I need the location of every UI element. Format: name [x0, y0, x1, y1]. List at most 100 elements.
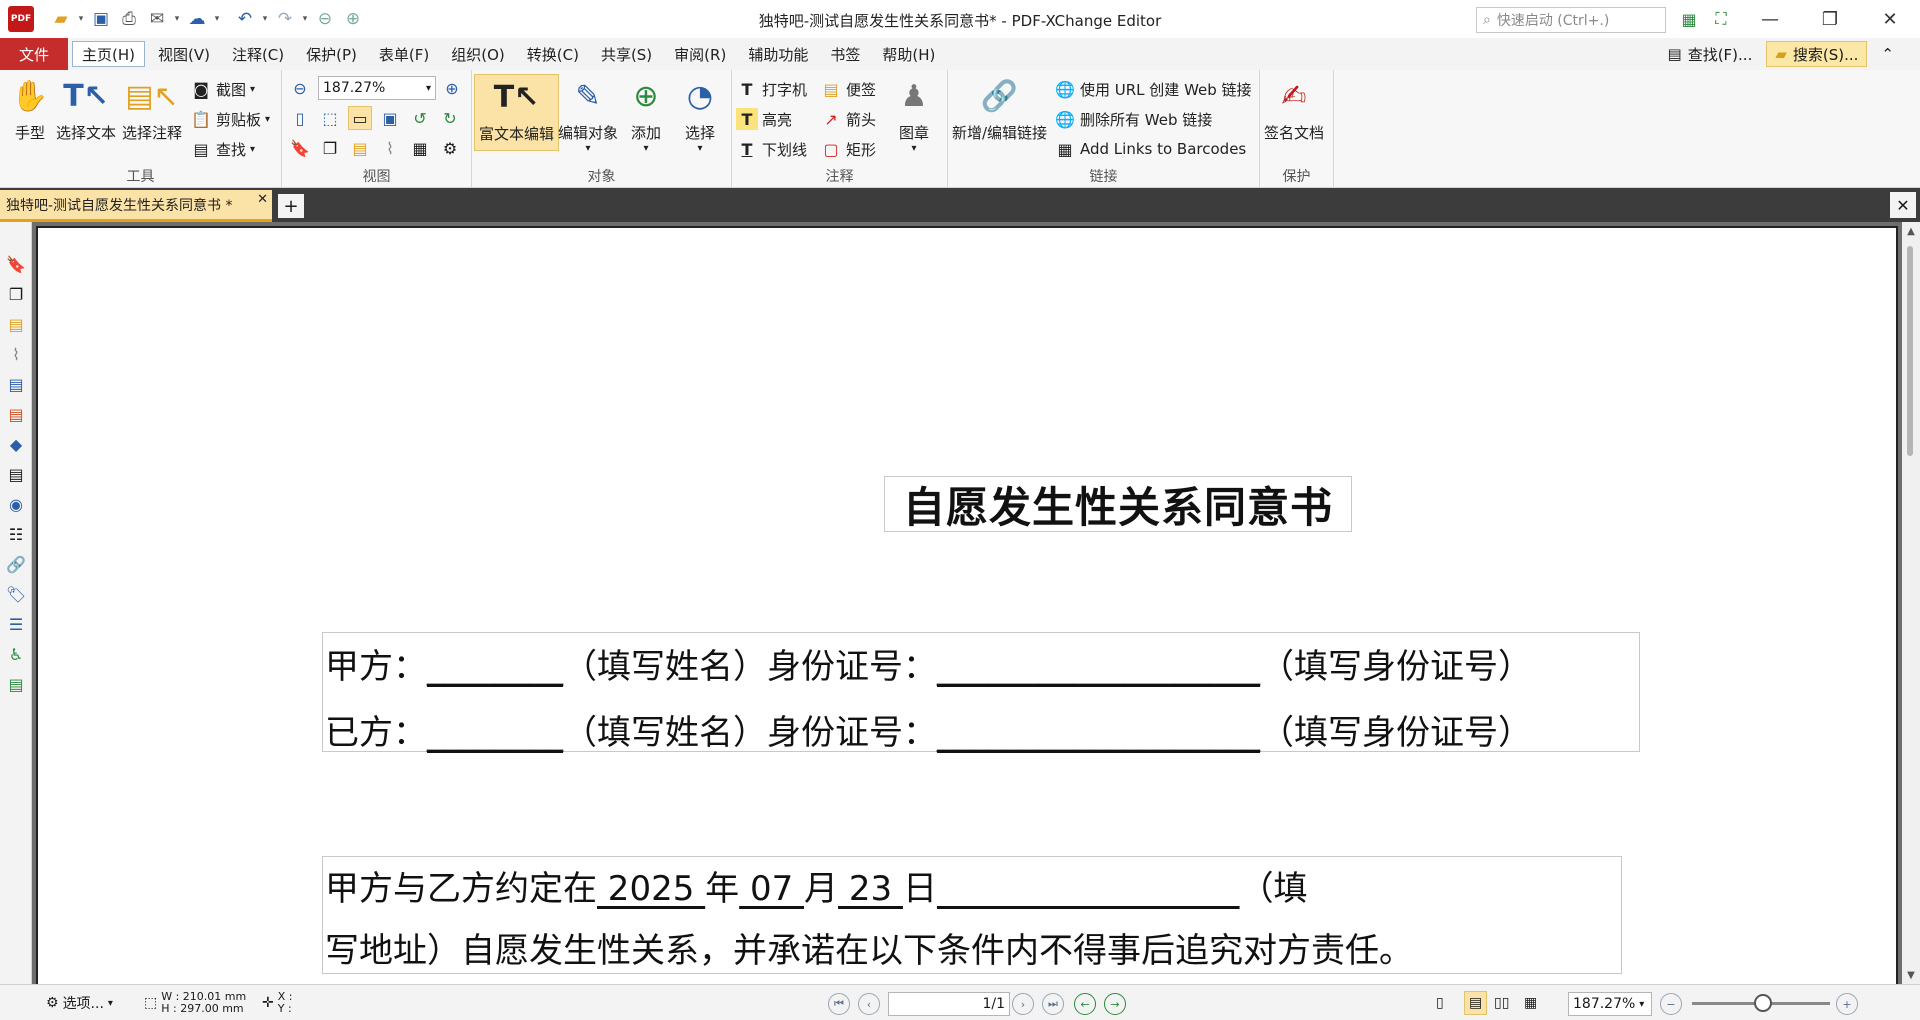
zoom-out-icon[interactable]: ⊖	[288, 76, 312, 100]
scroll-down-icon[interactable]: ▼	[1902, 966, 1920, 984]
status-zoom-in-icon[interactable]: +	[1836, 993, 1858, 1015]
document-title[interactable]: 自愿发生性关系同意书	[884, 476, 1352, 532]
actual-size-icon[interactable]: ▯	[288, 106, 312, 130]
search-button[interactable]: ▰ 搜索(S)...	[1766, 41, 1868, 67]
scrollbar-thumb[interactable]	[1907, 246, 1913, 456]
print-icon[interactable]: ⎙	[116, 6, 142, 32]
email-dropdown-icon[interactable]: ▾	[172, 14, 182, 24]
back-view-icon[interactable]: ←	[1074, 993, 1096, 1015]
menu-view[interactable]: 视图(V)	[149, 41, 219, 67]
menu-home[interactable]: 主页(H)	[72, 41, 145, 67]
parties-text-box[interactable]: 甲方：________（填写姓名）身份证号：__________________…	[322, 632, 1640, 753]
properties-icon[interactable]: ▦	[408, 136, 432, 160]
menu-convert[interactable]: 转换(C)	[518, 41, 588, 67]
facing-continuous-icon[interactable]: ▦	[1524, 991, 1537, 1015]
pdf-page[interactable]: 自愿发生性关系同意书 甲方：________（填写姓名）身份证号：_______…	[36, 226, 1898, 984]
restore-button[interactable]: ❐	[1800, 0, 1860, 38]
vertical-scrollbar[interactable]: ▲ ▼	[1902, 222, 1920, 984]
export-panel-icon[interactable]: ▤	[4, 402, 28, 426]
comments-panel-icon[interactable]: ▤	[348, 136, 372, 160]
thumbnails-panel-icon[interactable]: ❐	[4, 282, 28, 306]
attachment-icon[interactable]: ⌇	[378, 136, 402, 160]
menu-organize[interactable]: 组织(O)	[442, 41, 514, 67]
comments-panel-icon[interactable]: ▤	[4, 312, 28, 336]
order-panel-icon[interactable]: ☰	[4, 612, 28, 636]
new-tab-button[interactable]: +	[278, 194, 304, 218]
cloud-dropdown-icon[interactable]: ▾	[212, 14, 222, 24]
zoom-slider-knob[interactable]	[1754, 994, 1772, 1012]
highlight-button[interactable]: T 高亮	[736, 106, 792, 132]
redo-icon[interactable]: ↷	[272, 6, 298, 32]
structure-panel-icon[interactable]: ☷	[4, 522, 28, 546]
document-view[interactable]: 自愿发生性关系同意书 甲方：________（填写姓名）身份证号：_______…	[32, 222, 1902, 984]
last-page-icon[interactable]: ⏭	[1042, 993, 1064, 1015]
minimize-button[interactable]: —	[1740, 0, 1800, 38]
fullscreen-icon[interactable]: ⛶	[1708, 6, 1734, 32]
content-panel-icon[interactable]: ▤	[4, 462, 28, 486]
menu-share[interactable]: 共享(S)	[592, 41, 661, 67]
open-dropdown-icon[interactable]: ▾	[76, 14, 86, 24]
select-object-button[interactable]: ◔ 选择 ▾	[678, 74, 722, 155]
first-page-icon[interactable]: ⏮	[828, 993, 850, 1015]
status-zoom-select[interactable]: 187.27% ▾	[1568, 992, 1652, 1016]
select-comment-button[interactable]: ▤↖ 选择注释	[122, 74, 182, 143]
zoom-select[interactable]: 187.27% ▾	[318, 76, 436, 100]
select-text-button[interactable]: T↖ 选择文本	[56, 74, 116, 143]
menu-comment[interactable]: 注释(C)	[223, 41, 293, 67]
links-panel-icon[interactable]: 🔗	[4, 552, 28, 576]
underline-button[interactable]: T 下划线	[736, 136, 807, 162]
page-number-input[interactable]: 1/1	[888, 992, 1010, 1016]
find-button[interactable]: ▤ 查找(F)...	[1660, 41, 1761, 67]
destinations-panel-icon[interactable]: ◉	[4, 492, 28, 516]
sign-document-button[interactable]: ✍ 签名文档	[1264, 74, 1324, 143]
attachments-panel-icon[interactable]: ⌇	[4, 342, 28, 366]
clipboard-button[interactable]: 📋 剪贴板 ▾	[190, 106, 270, 132]
cloud-icon[interactable]: ☁	[184, 6, 210, 32]
fit-page-icon[interactable]: ⬚	[318, 106, 342, 130]
menu-form[interactable]: 表单(F)	[370, 41, 438, 67]
fit-width-icon[interactable]: ▭	[348, 106, 372, 130]
signatures-panel-icon[interactable]: ▤	[4, 672, 28, 696]
forward-view-icon[interactable]: →	[1104, 993, 1126, 1015]
menu-accessibility[interactable]: 辅助功能	[739, 41, 817, 67]
snapshot-button[interactable]: ◙ 截图 ▾	[190, 76, 255, 102]
previous-page-icon[interactable]: ‹	[858, 993, 880, 1015]
arrow-button[interactable]: ↗ 箭头	[820, 106, 876, 132]
edit-object-button[interactable]: ✎ 编辑对象 ▾	[558, 74, 618, 155]
back-icon[interactable]: ⊖	[312, 6, 338, 32]
single-page-icon[interactable]: ▯	[1436, 991, 1444, 1015]
document-panel-icon[interactable]: ▤	[4, 372, 28, 396]
rectangle-button[interactable]: ▢ 矩形	[820, 136, 876, 162]
undo-dropdown-icon[interactable]: ▾	[260, 14, 270, 24]
add-object-button[interactable]: ⊕ 添加 ▾	[624, 74, 668, 155]
accessibility-panel-icon[interactable]: ♿	[4, 642, 28, 666]
delete-web-links-button[interactable]: 🌐 删除所有 Web 链接	[1054, 106, 1212, 132]
rotate-left-icon[interactable]: ↺	[408, 106, 432, 130]
rich-text-edit-button[interactable]: T↖ 富文本编辑	[474, 74, 560, 151]
stamp-button[interactable]: ♟ 图章 ▾	[892, 74, 936, 155]
save-icon[interactable]: ▣	[88, 6, 114, 32]
status-zoom-out-icon[interactable]: −	[1660, 993, 1682, 1015]
scroll-up-icon[interactable]: ▲	[1902, 222, 1920, 240]
continuous-page-icon[interactable]: ▤	[1464, 991, 1488, 1015]
forward-icon[interactable]: ⊕	[340, 6, 366, 32]
agreement-text-box[interactable]: 甲方与乙方约定在 2025 年 07 月 23 日 （填 写地址）自愿发生性关系…	[322, 856, 1622, 974]
create-web-links-button[interactable]: 🌐 使用 URL 创建 Web 链接	[1054, 76, 1252, 102]
document-tab[interactable]: 独特吧-测试自愿发生性关系同意书 * ✕	[0, 190, 272, 222]
undo-icon[interactable]: ↶	[232, 6, 258, 32]
bookmarks-panel-icon[interactable]: 🔖	[4, 252, 28, 276]
menu-file[interactable]: 文件	[0, 38, 68, 70]
layers-panel-icon[interactable]: ◆	[4, 432, 28, 456]
quick-launch-input[interactable]: ⌕ 快速启动 (Ctrl+.)	[1476, 7, 1666, 33]
barcode-links-button[interactable]: ▦ Add Links to Barcodes	[1054, 136, 1246, 162]
add-edit-link-button[interactable]: 🔗 新增/编辑链接	[952, 74, 1047, 143]
pages-icon[interactable]: ❐	[318, 136, 342, 160]
find-tool-button[interactable]: ▤ 查找 ▾	[190, 136, 255, 162]
close-tab-icon[interactable]: ✕	[257, 192, 268, 207]
note-button[interactable]: ▤ 便签	[820, 76, 876, 102]
tags-panel-icon[interactable]: 🏷	[4, 582, 28, 606]
typewriter-button[interactable]: T 打字机	[736, 76, 807, 102]
email-icon[interactable]: ✉	[144, 6, 170, 32]
menu-protect[interactable]: 保护(P)	[297, 41, 366, 67]
close-button[interactable]: ✕	[1860, 0, 1920, 38]
